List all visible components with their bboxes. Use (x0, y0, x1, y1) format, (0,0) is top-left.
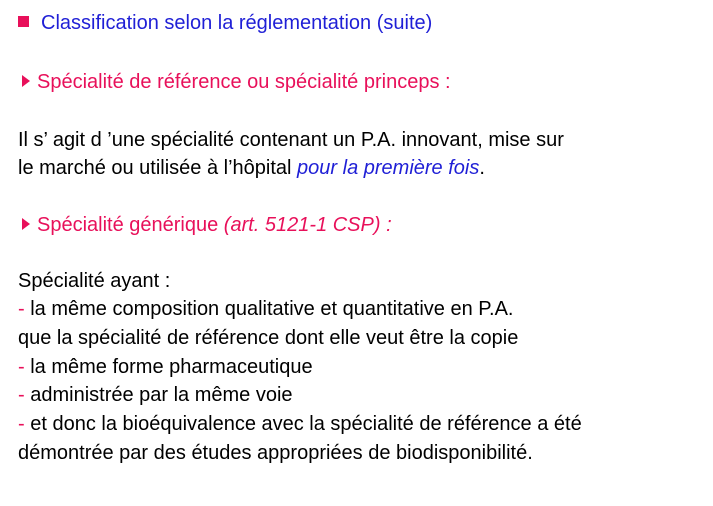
body-line: Spécialité ayant : (18, 268, 170, 294)
intro-text: Spécialité ayant : (18, 270, 171, 292)
section-heading-reference-text: (art. 5121-1 CSP) : (223, 214, 392, 236)
list-item: que la spécialité de référence dont elle… (18, 325, 518, 351)
list-item: - la même forme pharmaceutique (18, 354, 313, 380)
title-text: Classification selon la réglementation (… (41, 12, 433, 34)
list-item-text: que la spécialité de référence dont elle… (18, 327, 519, 349)
emphasis-text: pour la première fois (297, 157, 480, 179)
body-text: Il s’ agit d ’une spécialité contenant u… (18, 129, 564, 151)
slide: Classification selon la réglementation (… (0, 0, 713, 506)
body-line: le marché ou utilisée à l’hôpital pour l… (18, 155, 485, 181)
list-item: - administrée par la même voie (18, 382, 293, 408)
list-item-text: et donc la bioéquivalence avec la spécia… (30, 413, 582, 435)
list-item: démontrée par des études appropriées de … (18, 440, 533, 466)
list-item-text: démontrée par des études appropriées de … (18, 442, 533, 464)
section-heading-text: Spécialité de référence ou spécialité pr… (37, 71, 451, 93)
body-line: Il s’ agit d ’une spécialité contenant u… (18, 127, 564, 153)
square-bullet-icon (18, 16, 29, 27)
list-item: - et donc la bioéquivalence avec la spéc… (18, 411, 582, 437)
list-item-text: la même composition qualitative et quant… (30, 298, 514, 320)
dash-marker: - (18, 298, 31, 320)
body-text: . (479, 157, 485, 179)
list-item-text: la même forme pharmaceutique (30, 356, 313, 378)
section-heading-text: Spécialité générique (37, 214, 224, 236)
dash-marker: - (18, 413, 31, 435)
section-heading-generic: Spécialité générique (art. 5121-1 CSP) : (22, 212, 392, 238)
dash-marker: - (18, 384, 31, 406)
dash-marker: - (18, 356, 31, 378)
triangle-bullet-icon (22, 75, 30, 87)
triangle-bullet-icon (22, 218, 30, 230)
section-heading-reference: Spécialité de référence ou spécialité pr… (22, 69, 451, 95)
list-item: - la même composition qualitative et qua… (18, 296, 513, 322)
body-text: le marché ou utilisée à l’hôpital (18, 157, 298, 179)
slide-title: Classification selon la réglementation (… (18, 10, 432, 36)
list-item-text: administrée par la même voie (30, 384, 293, 406)
